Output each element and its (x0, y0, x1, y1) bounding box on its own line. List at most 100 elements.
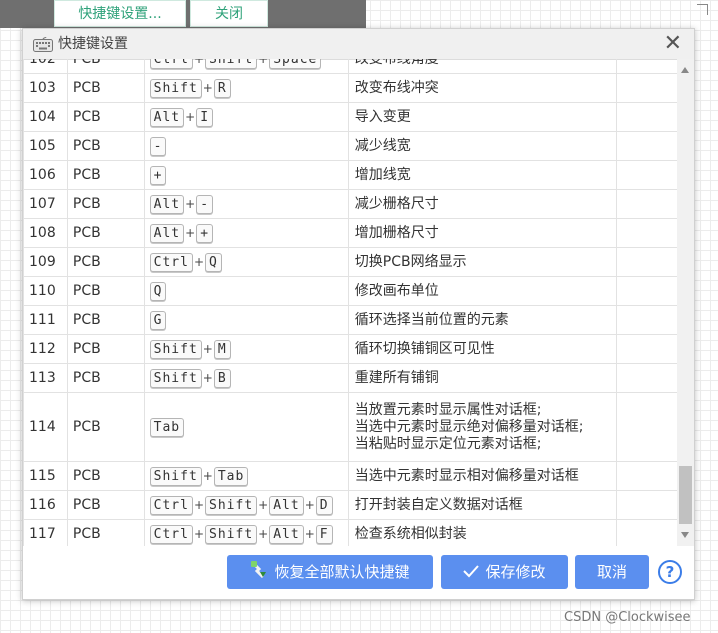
row-spacer (616, 160, 677, 190)
restore-icon (250, 556, 268, 590)
key-cap: Space (269, 59, 322, 69)
row-description: 修改画布单位 (347, 276, 618, 306)
dialog-title: 快捷键设置 (58, 36, 128, 52)
row-spacer (616, 305, 677, 335)
table-row: 111 PCB G 循环选择当前位置的元素 (23, 305, 677, 335)
key-cap: Alt (269, 495, 304, 515)
key-cap: M (213, 339, 231, 359)
key-cap: Ctrl (149, 495, 193, 515)
row-number: 102 (23, 59, 68, 74)
row-module: PCB (66, 305, 145, 335)
row-description: 当选中元素时显示相对偏移量对话框 (347, 461, 618, 491)
key-cap: Alt (149, 107, 185, 127)
row-number: 107 (23, 189, 68, 219)
key-cap: G (149, 310, 167, 330)
row-number: 110 (23, 276, 68, 306)
row-shortcut[interactable]: G (143, 305, 349, 335)
row-description: 当放置元素时显示属性对话框; 当选中元素时显示绝对偏移量对话框; 当粘贴时显示定位元… (347, 392, 618, 462)
close-top-button[interactable]: 关闭 (190, 0, 268, 27)
description-line: 重建所有铺铜 (354, 369, 439, 386)
top-toolbar-strip: 快捷键设置... 关闭 (0, 0, 366, 28)
row-description: 切换PCB网络显示 (347, 247, 618, 277)
row-shortcut[interactable]: Shift + M (143, 334, 349, 364)
row-number: 106 (23, 160, 68, 190)
key-cap: Shift (149, 78, 202, 98)
row-shortcut[interactable]: Alt + + (143, 218, 349, 248)
key-cap: Ctrl (149, 252, 193, 272)
row-module: PCB (66, 276, 145, 306)
plus-separator: + (185, 225, 196, 240)
keyboard-icon (33, 36, 53, 56)
row-number: 113 (23, 363, 68, 393)
table-row: 113 PCB Shift + B 重建所有铺铜 (23, 363, 677, 393)
description-line: 修改画布单位 (354, 282, 439, 299)
scrollbar-thumb[interactable] (679, 466, 692, 524)
row-shortcut[interactable]: Shift + B (143, 363, 349, 393)
row-shortcut[interactable]: Alt + I (143, 102, 349, 132)
close-icon[interactable]: ✕ (664, 32, 682, 56)
row-spacer (616, 461, 677, 491)
row-shortcut[interactable]: Ctrl + Shift + Alt + D (143, 490, 349, 520)
plus-separator: + (185, 109, 196, 124)
key-cap: Q (205, 252, 222, 272)
row-module: PCB (66, 519, 145, 546)
row-shortcut[interactable]: Alt + - (143, 189, 349, 219)
key-cap: B (213, 368, 231, 388)
row-shortcut[interactable]: Ctrl + Shift + Alt + F (143, 519, 349, 546)
key-cap: Q (149, 281, 167, 301)
restore-defaults-button[interactable]: 恢复全部默认快捷键 (227, 555, 433, 589)
row-shortcut[interactable]: Ctrl+Shift+Space (143, 59, 349, 74)
help-icon[interactable]: ? (658, 560, 682, 584)
description-line: 当选中元素时显示相对偏移量对话框 (354, 467, 579, 484)
shortcut-settings-button[interactable]: 快捷键设置... (54, 0, 186, 27)
table-row: 110 PCB Q 修改画布单位 (23, 276, 677, 306)
scroll-down-arrow-icon[interactable] (681, 532, 689, 538)
row-description: 减少栅格尺寸 (347, 189, 618, 219)
key-cap: Shift (149, 466, 202, 486)
cancel-button[interactable]: 取消 (575, 555, 649, 589)
row-shortcut[interactable]: Q (143, 276, 349, 306)
key-cap: Shift (205, 59, 258, 69)
key-cap: Shift (149, 339, 202, 359)
plus-separator: + (202, 341, 213, 356)
row-shortcut[interactable]: Shift + Tab (143, 461, 349, 491)
description-line: 循环选择当前位置的元素 (354, 311, 509, 328)
row-spacer (616, 73, 677, 103)
row-spacer (616, 218, 677, 248)
key-cap: F (315, 524, 333, 544)
key-cap: R (213, 78, 231, 98)
row-shortcut[interactable]: Shift + R (143, 73, 349, 103)
key-cap: Shift (205, 495, 258, 515)
row-module: PCB (66, 102, 145, 132)
plus-separator: + (304, 526, 315, 541)
row-description: 重建所有铺铜 (347, 363, 618, 393)
table-row: 108 PCB Alt + + 增加栅格尺寸 (23, 218, 677, 248)
row-number: 112 (23, 334, 68, 364)
row-number: 111 (23, 305, 68, 335)
row-spacer (616, 102, 677, 132)
description-line: 当粘贴时显示定位元素对话框; (354, 435, 542, 452)
plus-separator: + (304, 497, 315, 512)
watermark: CSDN @Clockwisee (564, 610, 691, 625)
row-shortcut[interactable]: - (143, 131, 349, 161)
row-number: 109 (23, 247, 68, 277)
row-shortcut[interactable]: Tab (143, 392, 349, 462)
key-cap: Tab (213, 466, 249, 486)
shortcut-table-viewport: 102PCBCtrl+Shift+Space改变布线角度103PCBShift+… (23, 59, 677, 546)
plus-separator: + (258, 526, 269, 541)
description-line: 循环切换铺铜区可见性 (354, 340, 495, 357)
row-module: PCB (66, 334, 145, 364)
save-label: 保存修改 (485, 563, 546, 581)
description-line: 当选中元素时显示绝对偏移量对话框; (354, 418, 584, 435)
vertical-scrollbar[interactable] (677, 59, 694, 546)
save-button[interactable]: 保存修改 (441, 555, 568, 589)
scroll-up-arrow-icon[interactable] (681, 67, 689, 73)
row-shortcut[interactable]: + (143, 160, 349, 190)
table-row: 105 PCB - 减少线宽 (23, 131, 677, 161)
key-cap: + (196, 223, 214, 243)
key-cap: D (315, 495, 333, 515)
key-cap: Alt (149, 223, 185, 243)
row-description: 检查系统相似封装 (347, 519, 618, 546)
row-shortcut[interactable]: Ctrl + Q (143, 247, 349, 277)
description-line: 增加线宽 (354, 166, 411, 183)
